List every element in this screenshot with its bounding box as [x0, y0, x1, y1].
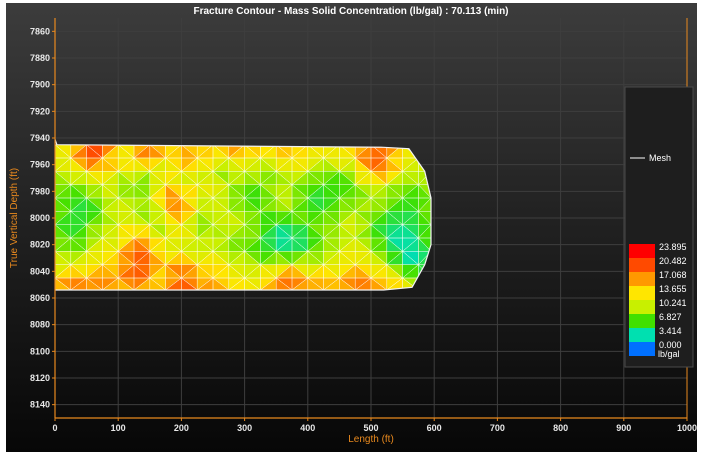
- colorbar-label: 20.482: [659, 256, 687, 266]
- concentration-contour: [55, 143, 431, 290]
- colorbar-label: 13.655: [659, 284, 687, 294]
- x-tick-label: 1000: [677, 423, 697, 433]
- y-axis-label: True Vertical Depth (ft): [9, 168, 20, 268]
- x-tick-label: 800: [553, 423, 568, 433]
- colorbar-unit: lb/gal: [658, 349, 680, 359]
- colorbar-swatch: [629, 272, 655, 286]
- colorbar-label: 17.068: [659, 270, 687, 280]
- colorbar-swatch: [629, 314, 655, 328]
- y-tick-label: 8140: [30, 400, 50, 410]
- colorbar-label: 10.241: [659, 298, 687, 308]
- x-axis-label: Length (ft): [348, 434, 394, 445]
- y-tick-label: 7860: [30, 26, 50, 36]
- colorbar-label: 3.414: [659, 326, 682, 336]
- colorbar-label: 6.827: [659, 312, 682, 322]
- colorbar-swatch: [629, 258, 655, 272]
- y-tick-label: 7980: [30, 186, 50, 196]
- colorbar-swatch: [629, 300, 655, 314]
- y-tick-label: 8020: [30, 240, 50, 250]
- y-tick-label: 7920: [30, 106, 50, 116]
- legend-panel: Mesh 23.895 20.482 17.068 13.655 10.241 6.827…: [624, 86, 694, 368]
- colorbar-swatch: [629, 244, 655, 258]
- x-tick-label: 0: [52, 423, 57, 433]
- y-tick-label: 7940: [30, 133, 50, 143]
- y-tick-label: 7900: [30, 80, 50, 90]
- x-tick-label: 300: [237, 423, 252, 433]
- chart-panel: Fracture Contour - Mass Solid Concentrat…: [6, 3, 697, 452]
- y-tick-label: 8100: [30, 346, 50, 356]
- fracture-contour-chart: Fracture Contour - Mass Solid Concentrat…: [6, 3, 697, 452]
- x-tick-label: 100: [111, 423, 126, 433]
- x-tick-label: 600: [427, 423, 442, 433]
- y-tick-label: 8040: [30, 266, 50, 276]
- x-tick-label: 700: [490, 423, 505, 433]
- y-tick-label: 8060: [30, 293, 50, 303]
- x-tick-label: 400: [300, 423, 315, 433]
- colorbar-swatch: [629, 286, 655, 300]
- chart-title: Fracture Contour - Mass Solid Concentrat…: [193, 6, 508, 17]
- y-tick-label: 8120: [30, 373, 50, 383]
- y-tick-label: 8080: [30, 320, 50, 330]
- colorbar-swatch: [629, 342, 655, 356]
- colorbar-swatch: [629, 328, 655, 342]
- y-tick-label: 8000: [30, 213, 50, 223]
- legend-mesh-label: Mesh: [649, 153, 671, 163]
- x-tick-label: 200: [174, 423, 189, 433]
- x-tick-label: 500: [363, 423, 378, 433]
- y-tick-label: 7880: [30, 53, 50, 63]
- x-tick-label: 900: [616, 423, 631, 433]
- colorbar-label: 23.895: [659, 242, 687, 252]
- y-tick-label: 7960: [30, 160, 50, 170]
